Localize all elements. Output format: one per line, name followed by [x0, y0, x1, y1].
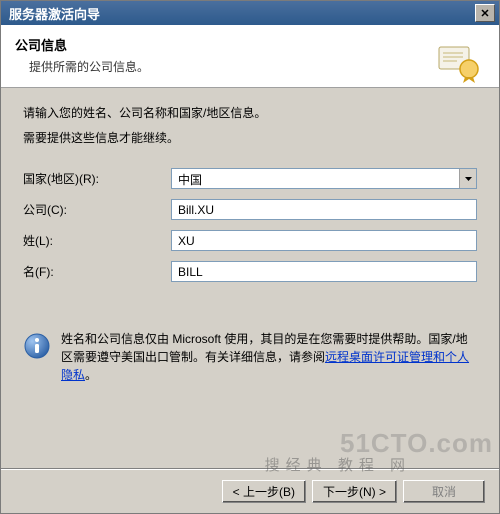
instruction-2: 需要提供这些信息才能继续。 [23, 129, 477, 146]
country-select[interactable]: 中国 [171, 168, 477, 189]
close-button[interactable]: ✕ [475, 4, 495, 22]
dropdown-button[interactable] [459, 169, 476, 188]
label-company: 公司(C): [23, 201, 171, 218]
company-input[interactable] [171, 199, 477, 220]
certificate-icon [437, 39, 481, 83]
back-button[interactable]: < 上一步(B) [222, 480, 306, 503]
firstname-input[interactable] [171, 261, 477, 282]
footer: < 上一步(B) 下一步(N) > 取消 [1, 470, 499, 513]
wizard-window: 服务器激活向导 ✕ 公司信息 提供所需的公司信息。 请输入您的姓名、公司名称和国… [0, 0, 500, 514]
body: 请输入您的姓名、公司名称和国家/地区信息。 需要提供这些信息才能继续。 国家(地… [1, 88, 499, 468]
row-country: 国家(地区)(R): 中国 [23, 168, 477, 189]
titlebar: 服务器激活向导 ✕ [1, 1, 499, 25]
window-title: 服务器激活向导 [9, 4, 475, 23]
header-title: 公司信息 [15, 35, 485, 54]
info-box: 姓名和公司信息仅由 Microsoft 使用，其目的是在您需要时提供帮助。国家/… [23, 330, 477, 384]
header-subtitle: 提供所需的公司信息。 [15, 58, 485, 75]
row-firstname: 名(F): [23, 261, 477, 282]
info-icon [23, 332, 51, 360]
next-button[interactable]: 下一步(N) > [312, 480, 397, 503]
label-lastname: 姓(L): [23, 232, 171, 249]
row-company: 公司(C): [23, 199, 477, 220]
chevron-down-icon [465, 177, 472, 181]
label-firstname: 名(F): [23, 263, 171, 280]
row-lastname: 姓(L): [23, 230, 477, 251]
lastname-input[interactable] [171, 230, 477, 251]
info-text-after: 。 [85, 368, 97, 382]
info-text: 姓名和公司信息仅由 Microsoft 使用，其目的是在您需要时提供帮助。国家/… [61, 330, 471, 384]
cancel-button[interactable]: 取消 [403, 480, 485, 503]
close-icon: ✕ [480, 7, 489, 20]
country-value: 中国 [172, 169, 459, 188]
header: 公司信息 提供所需的公司信息。 [1, 25, 499, 88]
label-country: 国家(地区)(R): [23, 170, 171, 187]
instruction-1: 请输入您的姓名、公司名称和国家/地区信息。 [23, 104, 477, 121]
